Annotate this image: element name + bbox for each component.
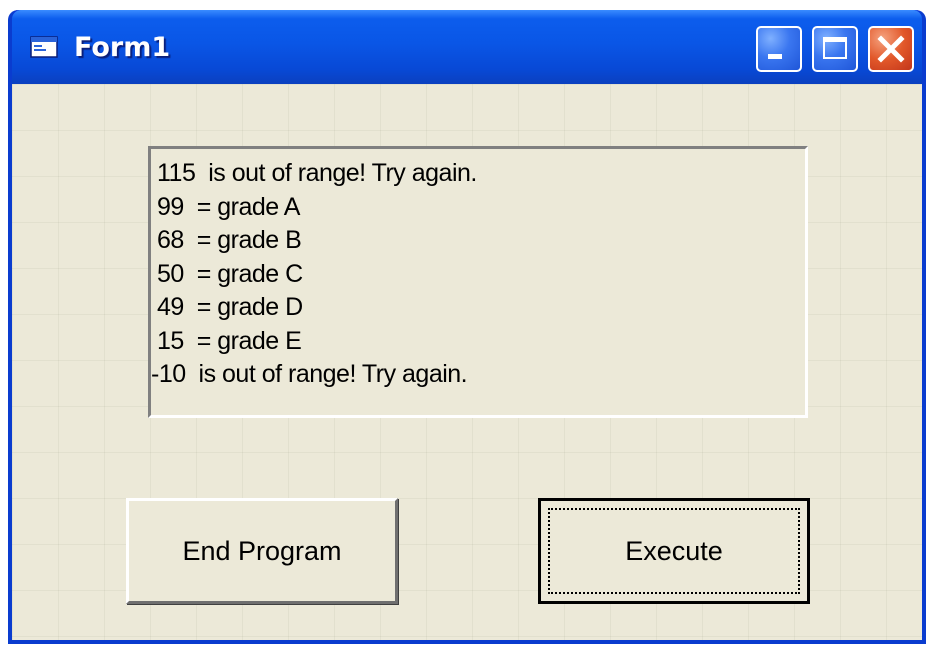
list-item[interactable]: -10 is out of range! Try again. <box>151 358 805 392</box>
maximize-icon <box>823 37 847 59</box>
list-item[interactable]: 115 is out of range! Try again. <box>157 157 805 191</box>
execute-button[interactable]: Execute <box>538 498 810 604</box>
close-button[interactable] <box>868 26 914 72</box>
title-bar[interactable]: Form1 <box>12 10 922 84</box>
minimize-button[interactable] <box>756 26 802 72</box>
list-item[interactable]: 68 = grade B <box>157 224 805 258</box>
end-program-button[interactable]: End Program <box>126 498 398 604</box>
minimize-icon <box>768 54 782 59</box>
close-icon <box>877 35 905 63</box>
list-item[interactable]: 99 = grade A <box>157 191 805 225</box>
list-item[interactable]: 50 = grade C <box>157 258 805 292</box>
execute-label: Execute <box>625 536 723 566</box>
form-window: Form1 115 is out of range! Try again. 99… <box>8 10 926 644</box>
window-title: Form1 <box>74 32 171 63</box>
form-client-area: 115 is out of range! Try again. 99 = gra… <box>12 84 922 640</box>
results-listbox[interactable]: 115 is out of range! Try again. 99 = gra… <box>148 146 808 418</box>
maximize-button[interactable] <box>812 26 858 72</box>
app-form-icon[interactable] <box>30 36 58 58</box>
list-item[interactable]: 49 = grade D <box>157 291 805 325</box>
end-program-label: End Program <box>182 536 342 566</box>
list-item[interactable]: 15 = grade E <box>157 325 805 359</box>
